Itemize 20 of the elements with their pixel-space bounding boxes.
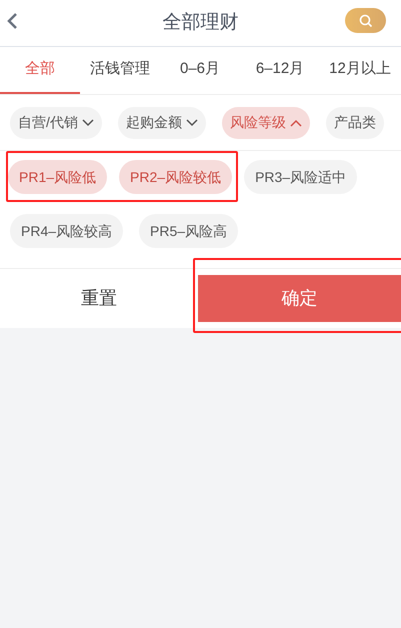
chevron-up-icon bbox=[290, 118, 302, 126]
confirm-button[interactable]: 确定 bbox=[198, 275, 401, 322]
risk-option[interactable]: PR2–风险较低 bbox=[119, 160, 232, 194]
tab[interactable]: 0–6月 bbox=[160, 47, 240, 94]
search-icon bbox=[358, 14, 372, 28]
back-icon[interactable] bbox=[6, 12, 18, 30]
risk-option[interactable]: PR4–风险较高 bbox=[10, 214, 124, 248]
filter-dropdown[interactable]: 起购金额 bbox=[118, 106, 206, 138]
chevron-down-icon bbox=[82, 118, 94, 126]
filter-dropdown[interactable]: 产品类 bbox=[326, 106, 384, 138]
filter-dropdown[interactable]: 自营/代销 bbox=[10, 106, 102, 138]
reset-button[interactable]: 重置 bbox=[0, 269, 198, 328]
risk-option[interactable]: PR3–风险适中 bbox=[244, 160, 358, 194]
tab[interactable]: 6–12月 bbox=[240, 47, 320, 94]
tab[interactable]: 活钱管理 bbox=[80, 47, 160, 94]
chevron-down-icon bbox=[186, 118, 198, 126]
risk-option[interactable]: PR5–风险高 bbox=[139, 214, 238, 248]
tab[interactable]: 12月以上 bbox=[320, 47, 400, 94]
risk-option[interactable]: PR1–风险低 bbox=[8, 160, 108, 194]
page-title: 全部理财 bbox=[162, 10, 238, 35]
